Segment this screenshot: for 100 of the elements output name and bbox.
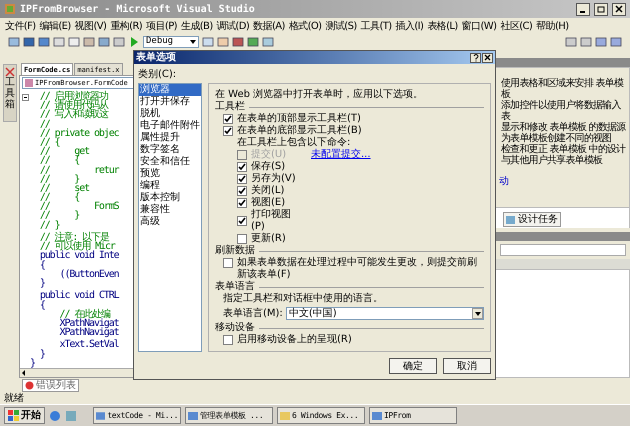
menu-item[interactable]: 生成(B) [180, 18, 214, 34]
checkbox[interactable] [237, 186, 247, 196]
minimize-button[interactable] [576, 2, 590, 16]
configuration-dropdown[interactable]: Debug [143, 36, 199, 48]
code-line: // [38, 120, 51, 129]
task-link[interactable]: 与其他用户共享表单模板 [501, 155, 629, 166]
task-link[interactable]: 显示和修改 表单模板 的数据源 [501, 122, 629, 133]
category-item[interactable]: 高级 [139, 216, 201, 228]
code-line: // 可以使用 Micr [38, 242, 116, 252]
checkbox[interactable] [237, 234, 247, 244]
taskbar-button[interactable]: IPFrom [369, 407, 457, 424]
menu-item[interactable]: 视图(V) [74, 18, 108, 34]
close-icon [484, 54, 491, 61]
category-item[interactable]: 浏览器 [139, 84, 201, 96]
option-label: 启用移动设备上的呈现(R) [237, 334, 352, 346]
checkbox[interactable] [237, 162, 247, 172]
category-item[interactable]: 电子邮件附件 [139, 120, 201, 132]
code-line: ((ButtonEven [58, 270, 119, 279]
category-label: 类别(C): [138, 68, 178, 82]
menu-item[interactable]: 窗口(W) [460, 18, 498, 34]
checkbox[interactable] [237, 198, 247, 208]
cancel-button[interactable]: 取消 [443, 358, 491, 374]
group-heading: 刷新数据 [215, 245, 255, 257]
code-line: // set [38, 184, 90, 194]
group-heading: 表单语言 [215, 281, 255, 292]
menu-item[interactable]: 文件(F) [4, 18, 37, 34]
intro-text: 在 Web 浏览器中打开表单时，应用以下选项。 [215, 89, 424, 100]
code-line: } [30, 358, 36, 368]
menu-item[interactable]: 测试(S) [324, 18, 358, 34]
toolbox-label[interactable]: 工具箱 [5, 77, 15, 110]
command-label: 视图(E) [251, 197, 286, 208]
code-line: // } [38, 174, 80, 184]
help-icon [472, 54, 478, 62]
window-title: IPFromBrowser - Microsoft Visual Studio [20, 2, 256, 16]
category-item[interactable]: 数字签名 [139, 144, 201, 156]
field-label: 表单语言(M): [223, 308, 283, 320]
start-button[interactable]: 开始 [4, 407, 45, 424]
ok-button[interactable]: 确定 [389, 358, 437, 374]
category-item[interactable]: 打开并保存 [139, 96, 201, 108]
code-line: // 启用浏览器功 [38, 92, 110, 102]
category-item[interactable]: 脱机 [139, 108, 201, 120]
error-icon [25, 381, 34, 390]
code-line: // retur [38, 166, 119, 175]
category-item[interactable]: 安全和信任 [139, 156, 201, 168]
code-line: // { [38, 193, 80, 202]
menu-item[interactable]: 编辑(E) [38, 18, 72, 34]
collapse-icon[interactable] [22, 94, 28, 101]
command-label: 关闭(L) [251, 185, 286, 196]
category-item[interactable]: 兼容性 [139, 204, 201, 216]
taskbar-button[interactable]: 6 Windows Ex... [277, 407, 365, 424]
close-button[interactable] [482, 52, 493, 62]
submit-link[interactable]: 未配置提交... [311, 149, 371, 161]
menu-item[interactable]: 重构(R) [109, 18, 144, 34]
command-label: 更新(R) [251, 233, 287, 245]
scroll-left-icon[interactable] [20, 369, 28, 377]
code-line: // { [38, 156, 80, 166]
option-label: 如果表单数据在处理过程中可能发生更改，则提交前刷新该表单(F) [237, 257, 478, 280]
design-tasks-tab[interactable]: 设计任务 [503, 212, 561, 227]
code-line: } [38, 350, 46, 359]
code-line: XPathNavigat [58, 318, 119, 328]
checkmark-icon [238, 217, 246, 225]
code-line: // 请使用代码从 [38, 101, 108, 110]
option-label: 在表单的顶部显示工具栏(T) [237, 113, 361, 124]
checkbox[interactable] [237, 174, 247, 184]
menu-item[interactable]: 帮助(H) [535, 18, 570, 34]
close-button[interactable] [612, 2, 626, 16]
group-heading: 工具栏 [215, 101, 245, 113]
taskbar-button[interactable]: textCode - Mi... [93, 407, 181, 424]
task-link[interactable]: 使用表格和区域来安排 表单模板 [501, 78, 629, 100]
menu-item[interactable]: 数据(A) [252, 18, 286, 34]
menu-item[interactable]: 格式(O) [288, 18, 322, 34]
checkbox[interactable] [223, 335, 233, 345]
checkbox[interactable] [223, 258, 233, 268]
menu-item[interactable]: 插入(I) [394, 18, 424, 34]
taskbar-button[interactable]: 管理表单模板 ... [185, 407, 273, 424]
task-link[interactable]: 添加控件以使用户将数据输入表 [501, 100, 629, 122]
help-button[interactable] [470, 52, 481, 62]
task-link[interactable]: 为表单模板创建不同的视图 [501, 133, 629, 144]
checkbox[interactable] [223, 114, 233, 124]
menu-item[interactable]: 表格(L) [426, 18, 459, 34]
menu-item[interactable]: 社区(C) [499, 18, 534, 34]
menu-item[interactable]: 调试(D) [216, 18, 250, 34]
menu-item[interactable]: 工具(T) [360, 18, 393, 34]
category-item[interactable]: 属性提升 [139, 132, 201, 144]
code-line: public void CTRL [38, 291, 119, 300]
task-link[interactable]: 检查和更正 表单模板 中的设计 [501, 144, 629, 155]
category-item[interactable]: 编程 [139, 180, 201, 192]
language-dropdown[interactable]: 中文(中国) [286, 307, 484, 320]
category-item[interactable]: 预览 [139, 168, 201, 180]
checkbox[interactable] [237, 216, 247, 226]
dropdown-arrow-icon [474, 312, 480, 316]
restore-button[interactable] [594, 2, 608, 16]
category-item[interactable]: 版本控制 [139, 192, 201, 204]
menu-item[interactable]: 项目(P) [145, 18, 178, 34]
windows-logo-icon [8, 410, 19, 421]
code-line: // get [38, 147, 90, 156]
error-list-tab[interactable]: 错误列表 [22, 379, 79, 392]
checkbox[interactable] [223, 126, 233, 136]
code-line: // 在此处编 [58, 310, 110, 319]
help-link[interactable]: 动 [499, 174, 509, 189]
